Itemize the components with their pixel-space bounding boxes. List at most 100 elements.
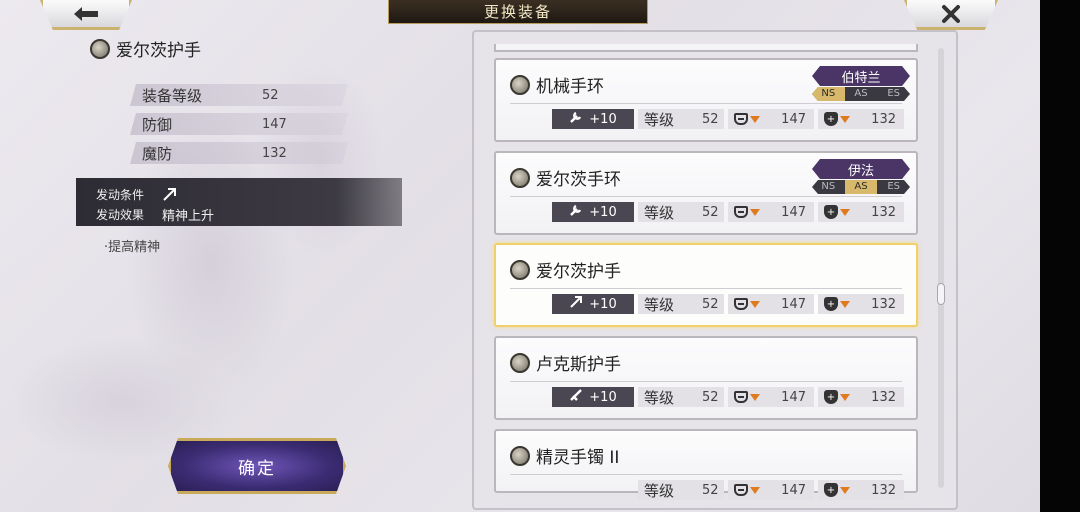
down-arrow-icon	[840, 115, 850, 123]
equipment-icon	[510, 74, 530, 95]
close-button[interactable]	[904, 0, 998, 30]
level-value: 52	[702, 296, 719, 312]
level-chip: 等级 52	[638, 202, 724, 222]
card-item-name: 爱尔茨手环	[536, 170, 621, 190]
stat-label: 防御	[142, 115, 173, 134]
equipment-icon	[510, 167, 530, 188]
effect-note: ·提高精神	[104, 240, 161, 255]
equipment-icon	[510, 445, 530, 466]
shield-icon	[734, 113, 748, 125]
scrollbar-thumb[interactable]	[937, 283, 945, 305]
level-label: 等级	[644, 295, 675, 314]
style-type-ns: NS	[821, 181, 836, 192]
magic-defense-value: 132	[871, 296, 896, 312]
wrench-icon	[569, 110, 585, 128]
down-arrow-icon	[840, 208, 850, 216]
down-arrow-icon	[840, 393, 850, 401]
level-chip: 等级 52	[638, 387, 724, 407]
magic-shield-icon: +	[824, 112, 838, 126]
arrow-up-right-icon	[569, 295, 585, 313]
card-title: 爱尔茨手环	[510, 165, 621, 190]
down-arrow-icon	[750, 115, 760, 123]
trigger-label: 发动条件	[96, 187, 145, 202]
effect-label: 发动效果	[96, 207, 145, 222]
arrow-up-right-icon	[163, 188, 177, 201]
background-art	[0, 0, 470, 512]
scrollbar-track[interactable]	[938, 48, 944, 488]
shield-icon	[734, 298, 748, 310]
card-title: 卢克斯护手	[510, 350, 621, 375]
defense-chip: 147	[728, 109, 814, 129]
style-types: NS AS ES	[812, 87, 910, 101]
enhance-badge: +10	[552, 294, 634, 314]
trigger-effect-box: 发动条件 发动效果 精神上升	[76, 178, 402, 226]
level-label: 等级	[644, 203, 675, 222]
defense-value: 147	[781, 482, 806, 498]
back-arrow-icon	[74, 6, 98, 21]
down-arrow-icon	[750, 486, 760, 494]
equipped-by-name: 伯特兰	[812, 66, 910, 86]
defense-chip: 147	[728, 480, 814, 500]
enhance-badge: +10	[552, 109, 634, 129]
style-type-as: AS	[854, 88, 868, 99]
level-label: 等级	[644, 481, 675, 500]
enhance-value: +10	[589, 389, 617, 405]
stat-row-defense: 防御 147	[130, 113, 348, 135]
style-type-es: ES	[887, 88, 901, 99]
magic-shield-icon: +	[824, 483, 838, 497]
enhance-value: +10	[589, 204, 617, 220]
equipment-icon	[90, 38, 110, 59]
card-item-name: 机械手环	[536, 77, 604, 97]
card-stats: 等级 52 147 + 132	[552, 480, 904, 500]
shield-icon	[734, 391, 748, 403]
defense-chip: 147	[728, 202, 814, 222]
selected-item-header: 爱尔茨护手	[90, 36, 201, 61]
card-stats: +10 等级 52 147 + 132	[552, 294, 904, 314]
down-arrow-icon	[750, 208, 760, 216]
level-value: 52	[702, 111, 719, 127]
equipment-card[interactable]: 卢克斯护手 +10 等级 52 147 + 132	[494, 336, 918, 420]
stat-value: 147	[262, 116, 287, 132]
card-divider	[510, 288, 902, 289]
equipment-card[interactable]: 精灵手镯 II 等级 52 147 + 132	[494, 429, 918, 500]
stat-value: 132	[262, 145, 287, 161]
close-icon	[942, 4, 960, 23]
level-label: 等级	[644, 110, 675, 129]
style-types: NS AS ES	[812, 180, 910, 194]
defense-value: 147	[781, 204, 806, 220]
stat-label: 装备等级	[142, 86, 203, 105]
defense-chip: 147	[728, 387, 814, 407]
down-arrow-icon	[750, 300, 760, 308]
card-divider	[510, 196, 902, 197]
equipment-card[interactable]: 爱尔茨护手 +10 等级 52 147 + 132	[494, 243, 918, 327]
enhance-value: +10	[589, 296, 617, 312]
down-arrow-icon	[840, 300, 850, 308]
equipment-card[interactable]: 机械手环 +10 等级 52 147 + 132 伯特兰 NS AS ES	[494, 58, 918, 142]
card-title: 机械手环	[510, 72, 604, 97]
level-value: 52	[702, 482, 719, 498]
list-item-partial	[494, 44, 918, 52]
card-stats: +10 等级 52 147 + 132	[552, 202, 904, 222]
magic-defense-value: 132	[871, 482, 896, 498]
card-item-name: 卢克斯护手	[536, 355, 621, 375]
magic-defense-chip: + 132	[818, 387, 904, 407]
defense-value: 147	[781, 389, 806, 405]
magic-defense-value: 132	[871, 111, 896, 127]
style-type-as: AS	[845, 180, 878, 194]
back-button[interactable]	[40, 0, 132, 30]
equipment-icon	[510, 352, 530, 373]
page-title: 更换装备	[388, 0, 648, 24]
shield-icon	[734, 484, 748, 496]
wrench-icon	[569, 203, 585, 221]
magic-defense-chip: + 132	[818, 109, 904, 129]
effect-value: 精神上升	[162, 208, 215, 224]
equipment-card[interactable]: 爱尔茨手环 +10 等级 52 147 + 132 伊法 NS AS ES	[494, 151, 918, 235]
sword-icon	[569, 388, 585, 406]
enhance-value: +10	[589, 111, 617, 127]
magic-defense-chip: + 132	[818, 480, 904, 500]
level-value: 52	[702, 389, 719, 405]
magic-defense-chip: + 132	[818, 202, 904, 222]
style-type-ns: NS	[812, 87, 845, 101]
confirm-button[interactable]: 确定	[168, 438, 346, 494]
shield-icon	[734, 206, 748, 218]
